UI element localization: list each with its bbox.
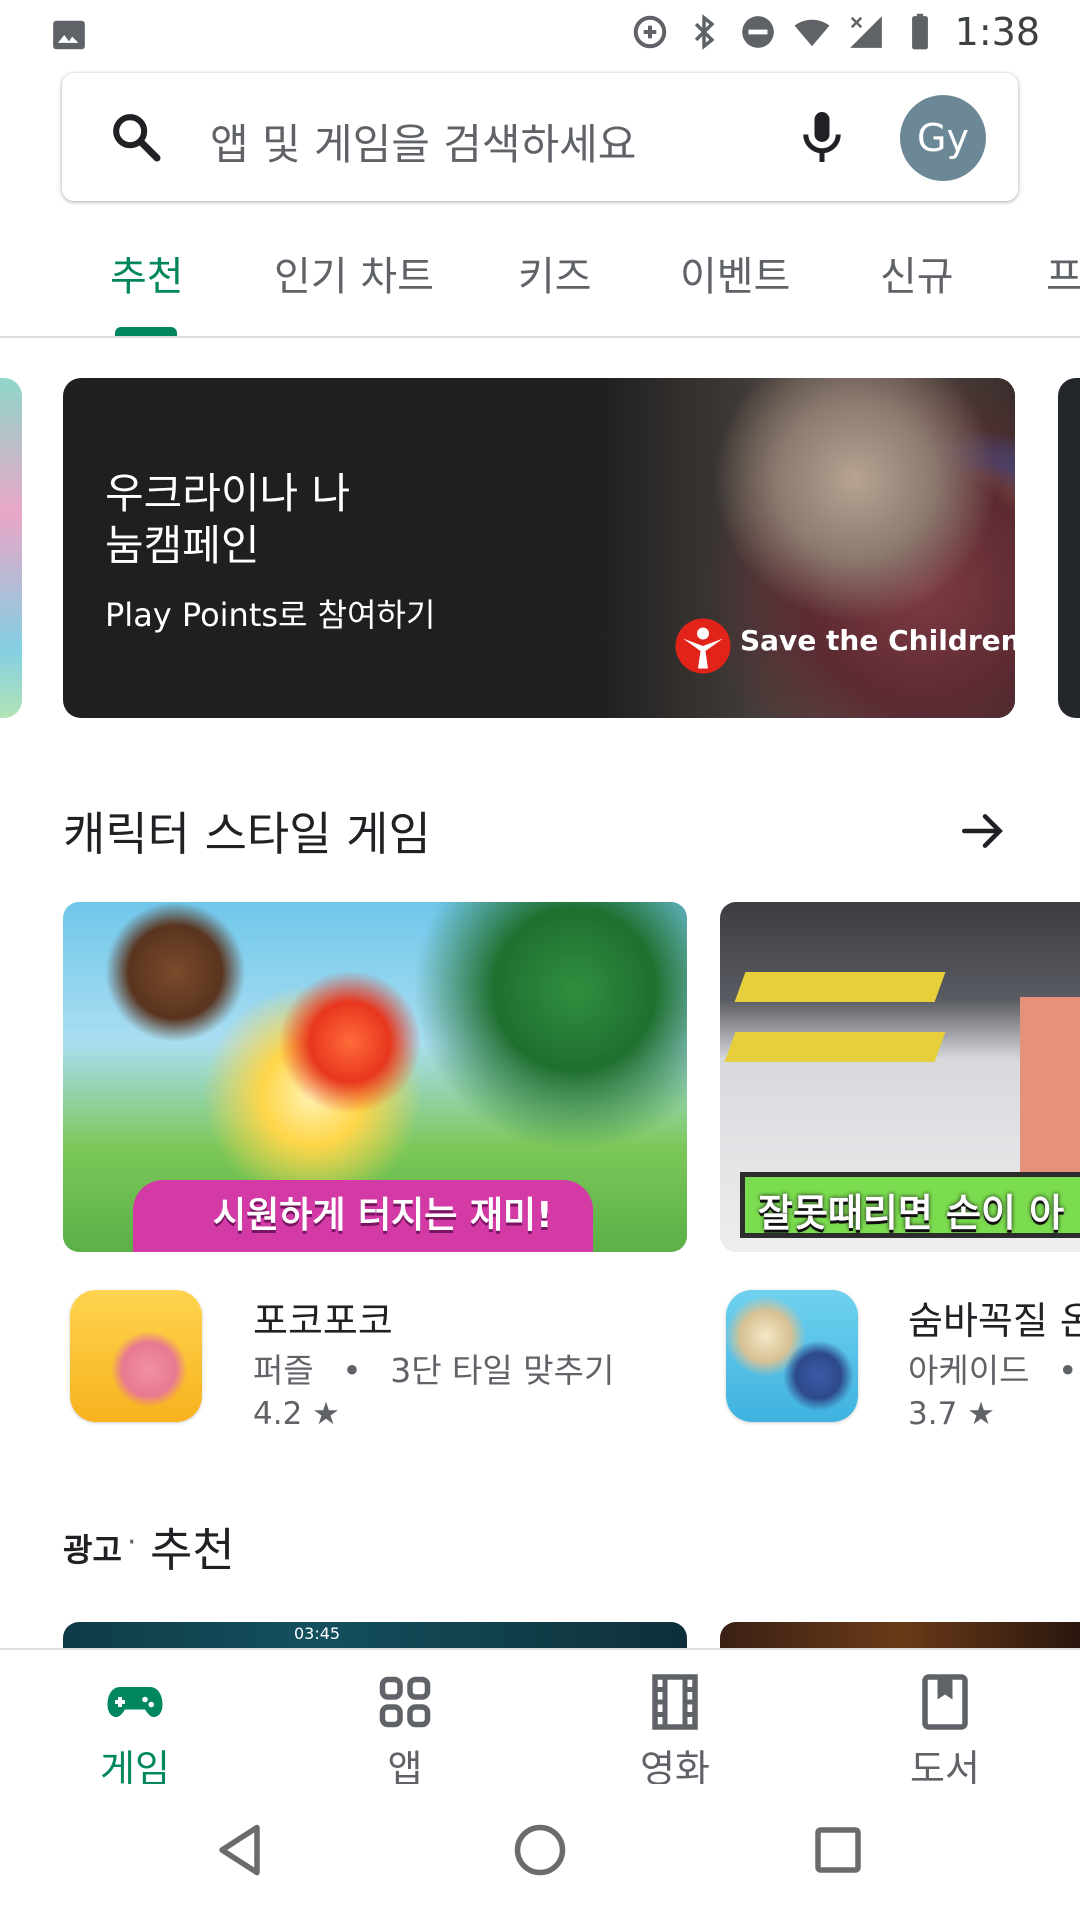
gamepad-icon	[107, 1687, 163, 1717]
back-icon[interactable]	[212, 1820, 272, 1880]
game-card-image[interactable]: 잘못때리면 손이 아	[720, 902, 1080, 1252]
rating-value: 3.7	[908, 1396, 958, 1432]
do-not-disturb-icon	[741, 16, 774, 48]
app-name[interactable]: 숨바꼭질 온	[908, 1290, 1080, 1345]
banner-photo	[595, 378, 1015, 718]
rating-value: 4.2	[253, 1396, 303, 1432]
card-image-caption: 시원하게 터지는 재미!	[213, 1195, 553, 1236]
save-the-children-logo-icon	[675, 618, 731, 674]
tab-kids[interactable]: 키즈	[518, 244, 592, 302]
banner-previous[interactable]	[0, 378, 22, 718]
tab-top-charts[interactable]: 인기 차트	[274, 244, 434, 302]
nav-games[interactable]: 게임	[0, 1650, 270, 1791]
banner-subtitle: Play Points로 참여하기	[105, 596, 436, 634]
star-icon: ★	[312, 1396, 340, 1432]
tab-indicator	[115, 327, 177, 336]
category-tabs: 추천 인기 차트 키즈 이벤트 신규 프	[0, 200, 1080, 338]
image-icon	[50, 16, 88, 58]
app-meta: 아케이드 •	[908, 1344, 1080, 1392]
app-tag: 3단 타일 맞추기	[390, 1351, 615, 1390]
arrow-right-icon[interactable]	[958, 806, 1008, 856]
card-image-detail	[1020, 997, 1080, 1187]
app-icon[interactable]	[70, 1290, 202, 1422]
card-image-detail	[724, 1032, 946, 1062]
card-image-caption: 잘못때리면 손이 아	[758, 1191, 1065, 1235]
banner-title: 우크라이나 나 눔캠페인	[105, 469, 351, 570]
status-bar: 1:38	[0, 0, 1080, 64]
app-category: 퍼즐	[253, 1351, 314, 1390]
app-icon[interactable]	[726, 1290, 858, 1422]
card-image-detail	[734, 972, 946, 1002]
tab-events[interactable]: 이벤트	[680, 244, 790, 302]
bluetooth-icon	[694, 14, 715, 50]
data-saver-icon	[633, 15, 666, 49]
ad-label: 광고	[63, 1531, 122, 1569]
ad-card-time: 03:45	[294, 1624, 341, 1643]
ad-section-title: 추천	[150, 1523, 235, 1577]
bottom-navigation: 게임 앱 영화 도서	[0, 1648, 1080, 1791]
banner-next[interactable]	[1058, 378, 1080, 718]
nav-books[interactable]: 도서	[810, 1650, 1080, 1791]
avatar[interactable]: Gy	[900, 95, 986, 181]
app-category: 아케이드	[908, 1351, 1030, 1390]
search-bar[interactable]: 앱 및 게임을 검색하세요 Gy	[62, 73, 1018, 201]
star-icon: ★	[967, 1396, 995, 1432]
app-meta: 퍼즐 • 3단 타일 맞추기	[253, 1344, 614, 1392]
tab-recommended[interactable]: 추천	[110, 244, 184, 302]
app-rating: 4.2 ★	[253, 1396, 340, 1432]
meta-separator: •	[1057, 1351, 1078, 1390]
battery-icon	[911, 13, 928, 50]
game-card-image[interactable]: 시원하게 터지는 재미!	[63, 902, 687, 1252]
signal-icon	[849, 16, 882, 48]
save-the-children-logo-text: Save the Children	[740, 624, 1015, 657]
tab-premium[interactable]: 프	[1046, 244, 1080, 302]
book-icon	[922, 1674, 968, 1730]
ad-separator: ·	[127, 1525, 137, 1560]
meta-separator: •	[342, 1351, 362, 1390]
search-input[interactable]: 앱 및 게임을 검색하세요	[210, 111, 636, 172]
app-name[interactable]: 포코포코	[253, 1290, 393, 1345]
home-icon[interactable]	[510, 1820, 570, 1880]
nav-movies[interactable]: 영화	[540, 1650, 810, 1791]
search-icon[interactable]	[108, 109, 164, 165]
film-icon	[652, 1674, 698, 1730]
app-rating: 3.7 ★	[908, 1396, 995, 1432]
apps-grid-icon	[379, 1676, 431, 1728]
wifi-icon	[794, 19, 830, 47]
microphone-icon[interactable]	[792, 107, 852, 167]
recents-icon[interactable]	[808, 1820, 868, 1880]
status-time: 1:38	[954, 10, 1040, 54]
system-navigation	[0, 1784, 1080, 1920]
nav-apps[interactable]: 앱	[270, 1650, 540, 1791]
promo-banner[interactable]: 우크라이나 나 눔캠페인 Play Points로 참여하기 Save the …	[63, 378, 1015, 718]
tab-new[interactable]: 신규	[880, 244, 954, 302]
section-title: 캐릭터 스타일 게임	[63, 807, 431, 861]
